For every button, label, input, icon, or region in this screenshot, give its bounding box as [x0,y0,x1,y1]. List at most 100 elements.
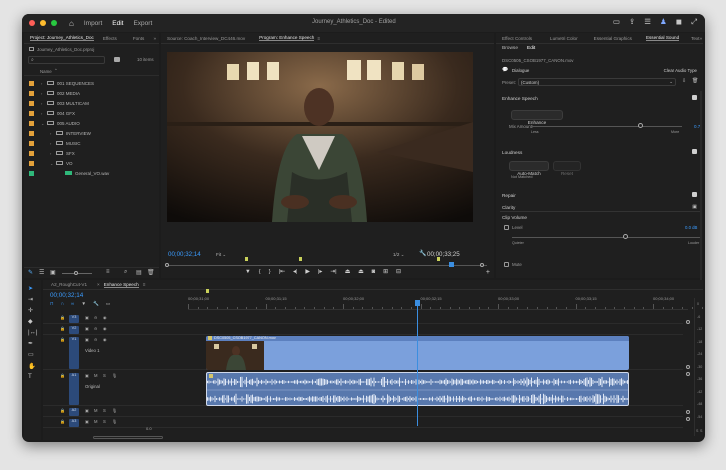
track-header-v2[interactable]: 🔒 V2 ▣ ⊖ ◉ [43,325,683,335]
slip-tool-icon[interactable]: |↔| [28,329,37,336]
mic-icon[interactable]: 🎙 [112,408,117,414]
level-slider-handle[interactable] [622,234,628,239]
sound-panel-menu-icon[interactable]: » [700,36,703,41]
selection-tool-icon[interactable]: ➤ [28,285,33,292]
project-item[interactable]: General_VO.wav [24,169,109,177]
lift-icon[interactable]: ⏏ [345,269,350,275]
track-select-tool-icon[interactable]: ⇥ [28,296,33,303]
pencil-icon[interactable]: ✎ [28,269,33,276]
vertical-scroll-handle-5[interactable] [686,417,690,421]
reset-button[interactable]: Reset [553,161,581,176]
captions-icon[interactable]: ▭ [106,301,110,307]
lock-icon[interactable]: 🔒 [60,408,65,413]
panel-icon[interactable]: ☰ [644,17,651,27]
column-header[interactable]: Name ⌃ [24,67,159,76]
track-name[interactable]: A3 [69,419,79,427]
mark-in-icon[interactable]: { [259,269,261,275]
timeline-tab-roughcut[interactable]: A2_RoughCut-V1 [51,282,87,287]
track-name[interactable]: A1 [69,373,79,405]
sort-icon[interactable]: ≡ [106,269,110,275]
meter-solo-label[interactable]: S [700,429,702,433]
export-frame-icon[interactable]: ◙ [372,269,376,275]
ripple-edit-tool-icon[interactable]: ✛ [28,307,33,314]
timeline-timecode[interactable]: 00;00;32;14 [50,292,83,299]
comment-icon[interactable]: ◼ [676,17,682,27]
vertical-scroll-handle-2[interactable] [686,365,690,369]
delete-preset-icon[interactable]: 🗑 [692,78,698,84]
tab-essential-graphics[interactable]: Essential Graphics [594,36,632,41]
find-icon[interactable]: ⌕ [124,269,127,276]
clarity-icon[interactable]: ▣ [692,204,697,210]
wrench-icon[interactable]: 🔧 [419,250,426,257]
rectangle-tool-icon[interactable]: ▭ [28,351,34,358]
lock-icon[interactable]: 🔒 [60,373,65,378]
extract-icon[interactable]: ⏏ [358,269,363,275]
project-item[interactable]: ⌄ VO [24,159,73,167]
level-checkbox[interactable] [504,225,509,230]
step-forward-icon[interactable]: |▸ [318,269,322,275]
tab-edit[interactable]: Edit [112,20,123,27]
label-color-swatch[interactable] [29,90,34,96]
tab-lumetri-color[interactable]: Lumetri Color [550,36,578,41]
track-name[interactable]: V2 [69,326,79,334]
add-button-icon[interactable]: + [486,269,490,276]
sync-lock-icon[interactable]: ⊖ [94,315,98,320]
project-item[interactable]: › MUSIC [24,139,81,147]
project-item[interactable]: ⌄ 005 AUDIO [24,119,80,127]
project-item[interactable]: › 002 MEDIA [24,89,80,97]
lock-icon[interactable]: 🔒 [60,315,65,320]
master-level[interactable]: 0.0 [146,426,152,431]
film-icon[interactable]: ▣ [85,419,89,424]
solo-track-icon[interactable]: S [103,373,106,378]
snap-icon[interactable]: ∩ [61,301,64,307]
track-header-v3[interactable]: 🔒 V3 ▣ ⊖ ◉ [43,314,683,324]
level-slider[interactable] [512,237,700,238]
add-marker-icon[interactable]: ▼ [245,269,251,275]
go-to-out-icon[interactable]: ⇥| [330,269,336,275]
fullscreen-icon[interactable]: ⤢ [691,17,697,27]
vertical-scroll-handle[interactable] [686,320,690,324]
eye-icon[interactable]: ◉ [103,337,107,342]
mark-out-icon[interactable]: } [269,269,271,275]
tab-effects[interactable]: Effects [103,36,117,41]
subtab-browse[interactable]: Browse [502,46,518,51]
track-name[interactable]: V3 [69,315,79,323]
program-timecode[interactable]: 00;00;32;14 [168,251,201,258]
subtab-edit[interactable]: Edit [527,46,535,51]
time-ruler[interactable]: 00;00;31;00 00;00;31;15 00;00;32;00 00;00;3… [188,294,703,310]
list-view-icon[interactable]: ☰ [39,269,44,276]
project-item[interactable]: › 003 MULTICAM [24,99,89,107]
sync-lock-icon[interactable]: ⊖ [94,326,98,331]
tab-export[interactable]: Export [133,20,152,27]
project-item[interactable]: › 004 GFX [24,109,75,117]
track-name[interactable]: A2 [69,408,79,416]
tab-import[interactable]: Import [84,20,102,27]
tab-effect-controls[interactable]: Effect Controls [502,36,532,41]
project-item[interactable]: › SFX [24,149,75,157]
zoom-slider-handle[interactable] [74,271,78,275]
icon-view-icon[interactable]: ▣ [50,269,56,276]
settings-icon[interactable]: 🔧 [93,301,99,307]
label-color-swatch[interactable] [29,120,34,126]
lock-icon[interactable]: 🔒 [60,326,65,331]
razor-tool-icon[interactable]: ◆ [28,318,33,325]
tab-essential-sound[interactable]: Essential Sound [645,35,680,41]
resolution-select[interactable]: 1/2 ⌄ [393,252,405,258]
add-marker-tl-icon[interactable]: ▼ [81,301,86,307]
step-back-icon[interactable]: ◂| [293,269,297,275]
zoom-window-button[interactable] [51,20,57,26]
tab-fonts[interactable]: Fonts [133,36,145,41]
vertical-scroll-handle-4[interactable] [686,410,690,414]
vr-icon[interactable]: ⊟ [396,269,401,275]
fit-select[interactable]: Fit ⌄ [216,252,226,258]
track-name[interactable]: V1 [69,337,79,369]
label-color-swatch[interactable] [29,170,34,176]
film-icon[interactable]: ▣ [85,408,89,413]
share-icon[interactable]: ⇪ [629,17,635,27]
mute-track-icon[interactable]: M [94,408,98,413]
video-frame[interactable] [167,52,473,222]
timeline-menu-icon[interactable]: ≡ [143,282,146,287]
type-tool-icon[interactable]: T [28,373,32,380]
label-color-swatch[interactable] [29,150,34,156]
eye-icon[interactable]: ◉ [103,326,107,331]
